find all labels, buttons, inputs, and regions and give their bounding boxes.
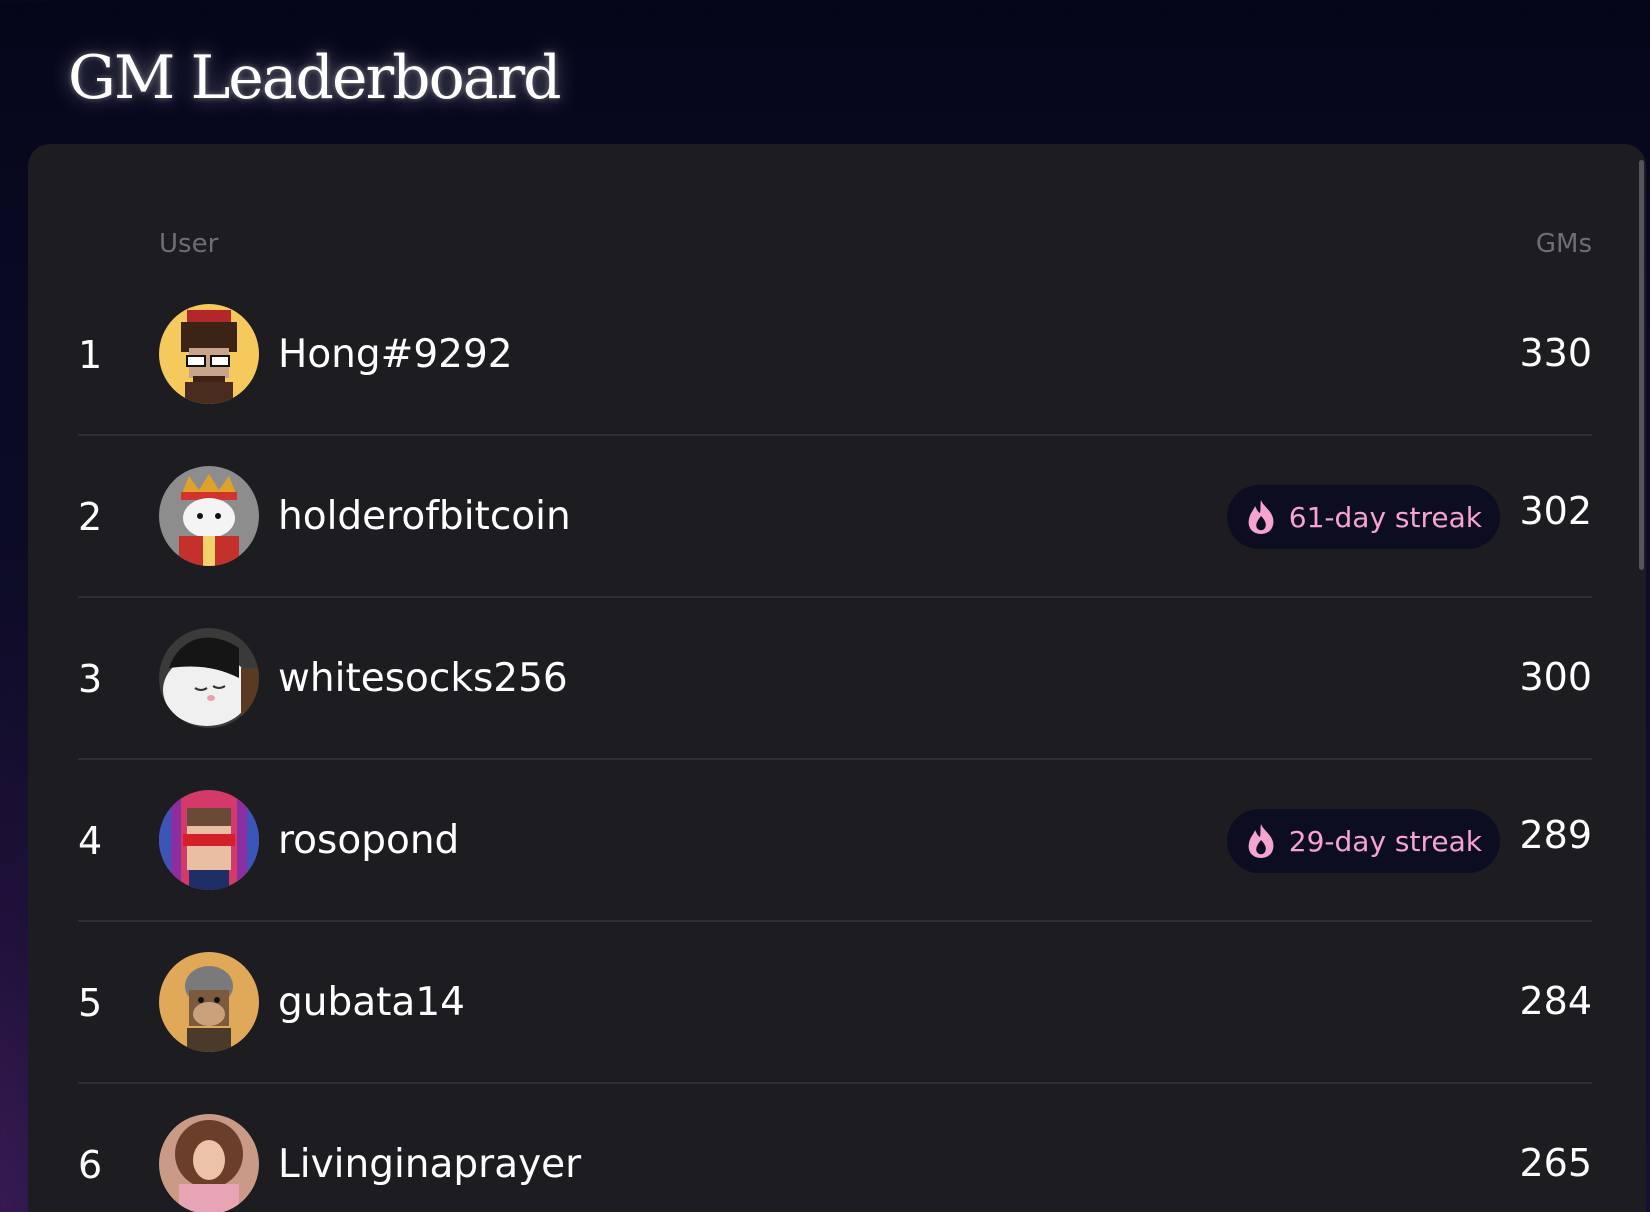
gm-count: 330 <box>1519 331 1592 375</box>
avatar[interactable] <box>159 1114 259 1212</box>
username[interactable]: holderofbitcoin <box>278 490 571 544</box>
avatar[interactable] <box>159 790 259 890</box>
table-row[interactable]: 5 gubata14 284 <box>28 922 1646 1084</box>
flame-icon <box>1248 500 1274 534</box>
gm-count: 300 <box>1519 655 1592 699</box>
table-row[interactable]: 1 Hong#9292 330 <box>28 274 1646 436</box>
leaderboard-panel: User GMs 1 Hong#9292 330 2 holderofbitco… <box>28 144 1646 1212</box>
table-row[interactable]: 2 holderofbitcoin 61-day streak 302 <box>28 436 1646 598</box>
rank: 5 <box>78 981 103 1025</box>
streak-badge: 61-day streak <box>1226 485 1500 549</box>
streak-label: 61-day streak <box>1288 500 1482 534</box>
table-row[interactable]: 6 Livinginaprayer 265 <box>28 1084 1646 1212</box>
avatar[interactable] <box>159 952 259 1052</box>
table-row[interactable]: 4 rosopond 29-day streak 289 <box>28 760 1646 922</box>
rank: 3 <box>78 657 103 701</box>
rank: 6 <box>78 1143 103 1187</box>
gm-count: 265 <box>1519 1141 1592 1185</box>
flame-icon <box>1248 824 1274 858</box>
username[interactable]: gubata14 <box>278 976 465 1030</box>
rank: 1 <box>78 333 103 377</box>
gm-count: 284 <box>1519 979 1592 1023</box>
username[interactable]: whitesocks256 <box>278 652 568 706</box>
leaderboard-rows: 1 Hong#9292 330 2 holderofbitcoin 61-day… <box>28 274 1646 1212</box>
rank: 2 <box>78 495 103 539</box>
username[interactable]: rosopond <box>278 814 459 868</box>
streak-badge: 29-day streak <box>1226 809 1500 873</box>
gm-count: 302 <box>1519 489 1592 533</box>
username[interactable]: Livinginaprayer <box>278 1138 581 1192</box>
table-header: User GMs <box>28 224 1646 264</box>
avatar[interactable] <box>159 466 259 566</box>
streak-label: 29-day streak <box>1288 824 1482 858</box>
avatar[interactable] <box>159 628 259 728</box>
page-title: GM Leaderboard <box>68 43 562 113</box>
column-header-user: User <box>159 229 219 259</box>
avatar[interactable] <box>159 304 259 404</box>
column-header-gms: GMs <box>1535 229 1592 259</box>
username[interactable]: Hong#9292 <box>278 328 513 382</box>
gm-count: 289 <box>1519 813 1592 857</box>
rank: 4 <box>78 819 103 863</box>
table-row[interactable]: 3 whitesocks256 300 <box>28 598 1646 760</box>
